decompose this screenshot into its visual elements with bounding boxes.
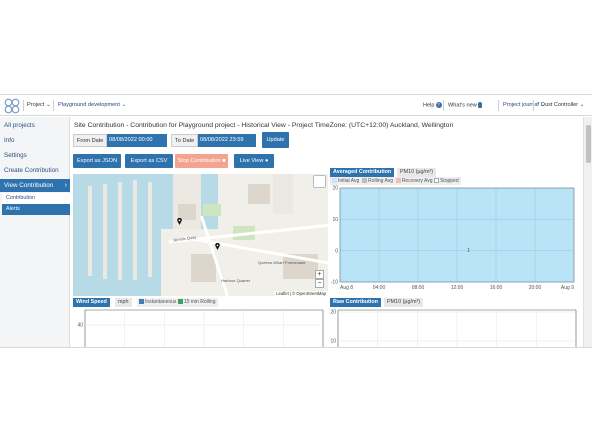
user-menu[interactable]: ° Dust Controller ⌄ bbox=[537, 102, 584, 108]
map-marker-icon[interactable] bbox=[215, 243, 220, 250]
sidebar-item-label: View Contribution bbox=[4, 182, 54, 189]
y-tick-label: -10 bbox=[331, 280, 338, 286]
tab-averaged-contribution[interactable]: Averaged Contribution bbox=[330, 168, 395, 177]
user-icon: ° bbox=[537, 102, 540, 108]
map-attribution: Leaflet | © OpenStreetMap bbox=[274, 291, 328, 296]
legend-swatch bbox=[433, 178, 439, 184]
y-tick-label: 20 bbox=[332, 186, 338, 192]
stop-contribution-label: Stop Contribution bbox=[177, 158, 221, 164]
x-tick-label: 08:00 bbox=[412, 285, 425, 291]
update-button[interactable]: Update bbox=[262, 132, 289, 148]
tab-wind-speed[interactable]: Wind Speed bbox=[73, 298, 110, 307]
chevron-down-icon: ⌄ bbox=[121, 102, 127, 108]
map-street-label: Harbour Quarter bbox=[221, 278, 251, 283]
y-tick-label: 40 bbox=[77, 323, 83, 329]
wind-legend: Instantaneous 15 min Rolling bbox=[137, 298, 218, 307]
y-tick-label: 20 bbox=[330, 310, 336, 316]
project-selector-label: Playground development bbox=[58, 102, 120, 108]
legend-swatch bbox=[139, 299, 144, 305]
map-marker-icon[interactable] bbox=[177, 218, 182, 225]
layers-icon[interactable] bbox=[313, 175, 326, 188]
sidebar-subitem-contribution[interactable]: Contribution bbox=[2, 193, 70, 204]
from-date-label: From Date bbox=[73, 134, 108, 147]
sidebar-item-view-contribution[interactable]: View Contribution › bbox=[0, 179, 70, 192]
to-date-input[interactable]: 08/08/2022 23:59 bbox=[198, 134, 256, 147]
y-tick-label: 10 bbox=[332, 217, 338, 223]
project-menu[interactable]: Project ⌄ bbox=[27, 102, 51, 108]
vertical-scrollbar[interactable] bbox=[583, 117, 592, 347]
lightbulb-icon bbox=[477, 102, 482, 108]
tab-metric-pm10[interactable]: PM10 (µg/m³) bbox=[397, 168, 437, 177]
main-content: Site Contribution - Contribution for Pla… bbox=[71, 117, 583, 348]
live-view-button[interactable]: Live View ● bbox=[234, 154, 274, 168]
site-map[interactable]: Jervois Quay Queens Wharf Promenade Harb… bbox=[73, 174, 328, 296]
chevron-right-icon: › bbox=[64, 182, 67, 189]
x-tick-label: 16:00 bbox=[490, 285, 503, 291]
map-street-label: Queens Wharf Promenade bbox=[258, 260, 306, 265]
to-date-label: To Date bbox=[171, 134, 199, 147]
tab-raw-contribution[interactable]: Raw Contribution bbox=[330, 298, 381, 307]
raw-contribution-chart[interactable]: 2010 bbox=[328, 308, 578, 348]
scrollbar-thumb[interactable] bbox=[586, 125, 591, 163]
x-tick-label: 20:00 bbox=[529, 285, 542, 291]
chevron-down-icon: ⌄ bbox=[45, 102, 51, 108]
x-tick-label: 12:00 bbox=[451, 285, 464, 291]
whats-new-link[interactable]: What's new bbox=[448, 102, 482, 108]
export-csv-button[interactable]: Export as CSV bbox=[125, 154, 173, 168]
app-window: Project ⌄ Playground development ⌄ Help?… bbox=[0, 94, 592, 348]
whats-new-label: What's new bbox=[448, 102, 477, 109]
zoom-out-button[interactable]: − bbox=[315, 279, 324, 288]
project-selector[interactable]: Playground development ⌄ bbox=[58, 102, 126, 108]
legend-swatch bbox=[177, 299, 183, 305]
sidebar-item-settings[interactable]: Settings bbox=[0, 149, 70, 162]
chart-marker-label: 1 bbox=[467, 248, 470, 254]
y-tick-label: 10 bbox=[330, 339, 336, 345]
sidebar-subitem-alerts[interactable]: Alerts bbox=[2, 204, 70, 215]
page-title: Site Contribution - Contribution for Pla… bbox=[74, 122, 454, 129]
zoom-in-button[interactable]: + bbox=[315, 270, 324, 279]
app-logo-icon[interactable] bbox=[4, 98, 20, 114]
legend-label: Instantaneous bbox=[145, 299, 177, 305]
x-tick-label: Aug 8 bbox=[340, 285, 353, 291]
sidebar: All projects Info Settings Create Contri… bbox=[0, 117, 70, 347]
stop-icon: ■ bbox=[222, 158, 226, 164]
top-bar: Project ⌄ Playground development ⌄ Help?… bbox=[0, 95, 592, 116]
legend-label: 15 min Rolling bbox=[183, 299, 216, 305]
y-tick-label: 0 bbox=[335, 248, 338, 254]
question-icon: ? bbox=[435, 102, 442, 108]
user-name: Dust Controller bbox=[540, 102, 579, 108]
sidebar-item-all-projects[interactable]: All projects bbox=[0, 119, 70, 132]
x-tick-label: 04:00 bbox=[373, 285, 386, 291]
x-tick-label: Aug 9 bbox=[561, 285, 574, 291]
stop-contribution-button[interactable]: Stop Contribution ■ bbox=[175, 154, 228, 168]
play-icon: ● bbox=[265, 158, 269, 164]
chevron-down-icon: ⌄ bbox=[579, 102, 585, 108]
averaged-contribution-chart[interactable]: 20 10 0 -10Aug 8 04:00 08:00 12:00 16:00 20:00 Au… bbox=[328, 184, 578, 296]
wind-speed-chart[interactable]: 40 bbox=[73, 308, 325, 348]
export-json-button[interactable]: Export as JSON bbox=[73, 154, 121, 168]
wind-unit: mph bbox=[115, 298, 132, 307]
legend-swatch bbox=[362, 178, 368, 184]
help-label: Help bbox=[423, 102, 435, 109]
project-menu-label: Project bbox=[27, 102, 45, 108]
sidebar-item-create-contribution[interactable]: Create Contribution bbox=[0, 164, 70, 177]
tab-raw-metric-pm10[interactable]: PM10 (µg/m³) bbox=[384, 298, 424, 307]
from-date-input[interactable]: 08/08/2022 00:00 bbox=[107, 134, 167, 147]
live-view-label: Live View bbox=[239, 158, 264, 164]
sidebar-item-info[interactable]: Info bbox=[0, 134, 70, 147]
legend-swatch bbox=[332, 178, 337, 184]
help-link[interactable]: Help? bbox=[423, 102, 442, 108]
legend-swatch bbox=[395, 178, 401, 184]
